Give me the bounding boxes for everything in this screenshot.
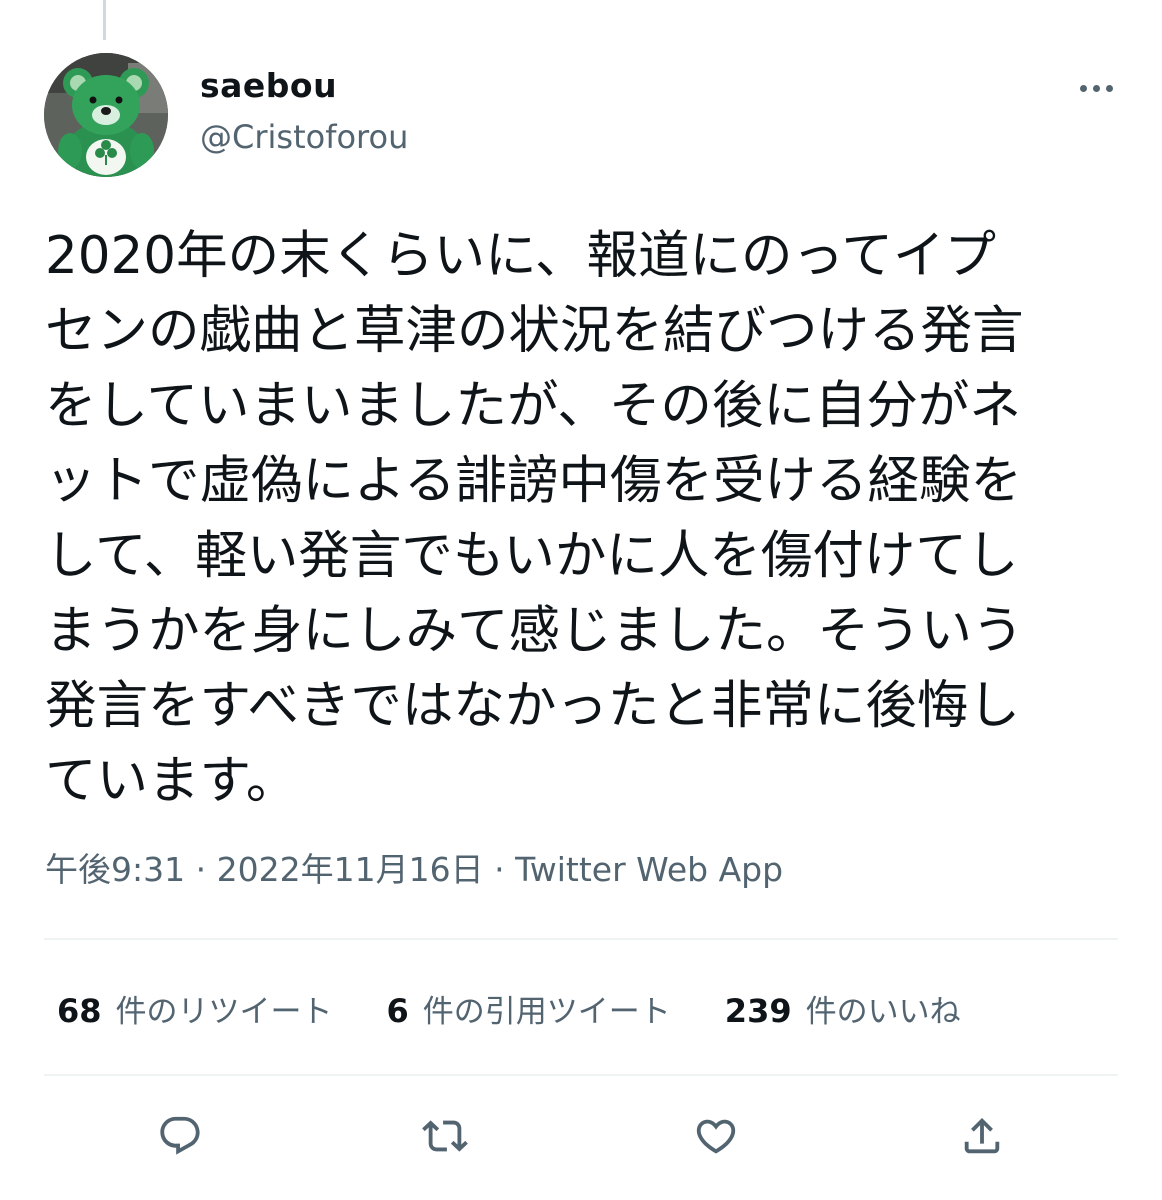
- tweet-text-line: まうかを身にしみて感じました。そういう: [45, 601, 1024, 661]
- tweet-text-line: センの戯曲と草津の状況を結びつける発言: [45, 301, 1024, 361]
- tweet-text-line: 発言をすべきではなかったと非常に後悔し: [45, 676, 1020, 736]
- likes-count: 239: [724, 991, 792, 1030]
- tweet-source[interactable]: Twitter Web App: [515, 850, 783, 889]
- more-dot-icon: [1079, 84, 1087, 92]
- heart-icon: [696, 1119, 736, 1154]
- tweet-text: 2020年の末くらいに、報道にのってイプ センの戯曲と草津の状況を結びつける発言…: [45, 219, 1115, 819]
- tweet-date[interactable]: 2022年11月16日: [217, 850, 484, 889]
- more-dot-icon: [1092, 84, 1100, 92]
- likes-label: 件のいいね: [805, 993, 961, 1030]
- avatar[interactable]: [44, 53, 168, 177]
- tweet-meta: 午後9:31 · 2022年11月16日 · Twitter Web App: [45, 846, 783, 894]
- quotes-stat[interactable]: 6 件の引用ツイート: [387, 986, 671, 1031]
- retweets-label: 件のリツイート: [115, 993, 333, 1030]
- tweet-text-line: 2020年の末くらいに、報道にのってイプ: [45, 226, 996, 286]
- user-display-name[interactable]: saebou: [200, 64, 337, 108]
- reply-icon: [160, 1116, 200, 1155]
- retweet-icon: [422, 1120, 468, 1152]
- tweet-text-line: して、軽い発言でもいかに人を傷付けてし: [45, 526, 1019, 586]
- tweet-actions: [0, 1106, 1162, 1166]
- tweet-time[interactable]: 午後9:31: [45, 850, 185, 889]
- meta-separator: ·: [195, 850, 207, 889]
- meta-separator: ·: [494, 850, 505, 889]
- quotes-label: 件の引用ツイート: [422, 993, 671, 1030]
- tweet-text-line: ットで虚偽による誹謗中傷を受ける経験を: [45, 451, 1022, 511]
- engagement-stats: 68 件のリツイート 6 件の引用ツイート 239 件のいいね: [57, 984, 961, 1032]
- tweet-text-line: をしていまいましたが、その後に自分がネ: [45, 376, 1021, 436]
- likes-stat[interactable]: 239 件のいいね: [725, 986, 961, 1031]
- retweets-stat[interactable]: 68 件のリツイート: [57, 986, 333, 1031]
- retweets-count: 68: [57, 991, 102, 1030]
- quotes-count: 6: [386, 991, 409, 1030]
- teddy-bear-avatar-image: [44, 53, 168, 177]
- more-dot-icon: [1105, 84, 1113, 92]
- share-icon: [964, 1117, 1000, 1154]
- like-button[interactable]: [686, 1106, 746, 1166]
- share-button[interactable]: [952, 1106, 1012, 1166]
- more-options-button[interactable]: [1068, 66, 1124, 110]
- user-handle[interactable]: @Cristoforou: [200, 116, 408, 158]
- divider: [44, 938, 1118, 940]
- retweet-button[interactable]: [415, 1106, 475, 1166]
- divider: [44, 1074, 1118, 1076]
- thread-connector-line: [103, 0, 106, 40]
- reply-button[interactable]: [150, 1106, 210, 1166]
- tweet-text-line: ています。: [45, 751, 298, 811]
